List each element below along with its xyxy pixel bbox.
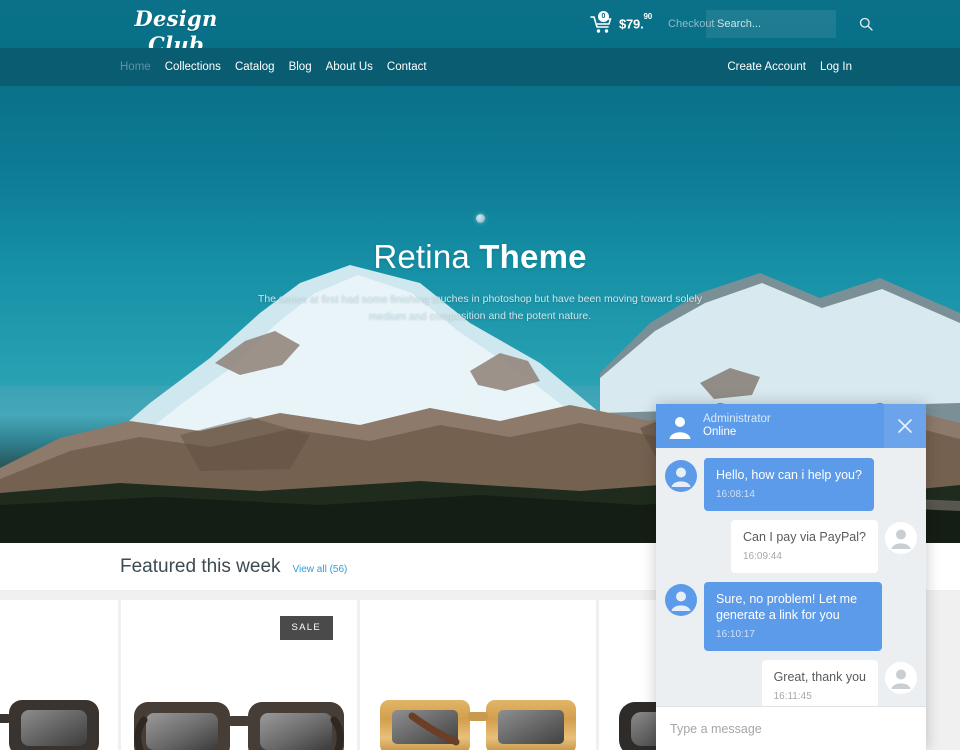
search-input[interactable] — [717, 18, 859, 30]
view-all-link[interactable]: View all (56) — [293, 559, 348, 575]
hero-title: Retina Theme — [0, 238, 960, 276]
search-icon[interactable] — [859, 17, 873, 31]
chat-bubble: Sure, no problem! Let me generate a link… — [704, 582, 882, 651]
nav-item-home[interactable]: Home — [120, 61, 151, 73]
sunglasses-image — [0, 686, 105, 750]
main-nav-bar: Home Collections Catalog Blog About Us C… — [0, 48, 960, 86]
cart-count-badge: 0 — [598, 11, 609, 22]
log-in-link[interactable]: Log In — [820, 61, 852, 73]
chat-message-text: Sure, no problem! Let me generate a link… — [716, 592, 858, 622]
live-chat-widget: Administrator Online Hello, how can i he… — [656, 404, 926, 750]
chat-message-agent: Hello, how can i help you? 16:08:14 — [665, 458, 917, 511]
product-card[interactable] — [0, 600, 118, 750]
hero-title-light: Retina — [373, 238, 470, 275]
nav-item-about-us[interactable]: About Us — [326, 61, 373, 73]
hero-subtitle: The series at first had some finishing t… — [257, 293, 703, 322]
product-card[interactable] — [360, 600, 596, 750]
chat-message-text: Can I pay via PayPal? — [743, 530, 866, 544]
chat-agent-info: Administrator Online — [703, 413, 884, 439]
user-avatar-icon — [885, 662, 917, 694]
chat-message-time: 16:08:14 — [716, 489, 755, 500]
chat-message-time: 16:09:44 — [743, 551, 782, 562]
cart-price-cents: 90 — [643, 11, 653, 21]
chat-bubble: Great, thank you 16:11:45 — [761, 660, 878, 706]
sunglasses-image — [378, 686, 578, 750]
agent-avatar-icon — [665, 460, 697, 492]
page-title: Featured this week — [120, 555, 281, 577]
nav-item-contact[interactable]: Contact — [387, 61, 427, 73]
chat-message-time: 16:10:17 — [716, 629, 755, 640]
chat-message-time: 16:11:45 — [773, 691, 812, 702]
chat-message-list[interactable]: Hello, how can i help you? 16:08:14 Can … — [656, 448, 926, 706]
chat-agent-status: Online — [703, 426, 737, 438]
cart-area[interactable]: 0 $79.90 Checkout — [590, 0, 715, 48]
status-badge: SALE — [279, 616, 333, 640]
chat-message-user: Can I pay via PayPal? 16:09:44 — [665, 520, 917, 573]
cart-total-price: $79.90 — [619, 12, 652, 32]
moon-icon — [476, 214, 485, 223]
user-avatar-icon — [667, 413, 693, 439]
chat-message-user: Great, thank you 16:11:45 — [665, 660, 917, 706]
nav-item-blog[interactable]: Blog — [289, 61, 312, 73]
nav-account: Create Account Log In — [727, 48, 852, 86]
hero-title-bold: Theme — [479, 238, 587, 275]
chat-message-input[interactable] — [670, 721, 912, 736]
sunglasses-image — [132, 686, 346, 750]
user-avatar-icon — [885, 522, 917, 554]
chat-input-area[interactable] — [656, 706, 926, 750]
top-bar: Design Club N E W Y O R K 0 $79.90 Check… — [0, 0, 960, 65]
nav-primary: Home Collections Catalog Blog About Us C… — [120, 48, 427, 86]
cart-price-main: $79. — [619, 16, 644, 32]
create-account-link[interactable]: Create Account — [727, 61, 806, 73]
chat-message-agent: Sure, no problem! Let me generate a link… — [665, 582, 917, 651]
chat-message-text: Hello, how can i help you? — [716, 468, 862, 482]
chat-agent-name: Administrator — [703, 413, 771, 425]
chat-bubble: Hello, how can i help you? 16:08:14 — [704, 458, 874, 511]
nav-item-catalog[interactable]: Catalog — [235, 61, 275, 73]
search-box[interactable] — [706, 10, 873, 38]
product-card[interactable]: SALE — [121, 600, 357, 750]
close-icon[interactable] — [884, 404, 926, 448]
page-root: Design Club N E W Y O R K 0 $79.90 Check… — [0, 0, 960, 750]
chat-header: Administrator Online — [656, 404, 926, 448]
nav-item-collections[interactable]: Collections — [165, 61, 221, 73]
shopping-cart-icon[interactable]: 0 — [590, 11, 612, 34]
agent-avatar-icon — [665, 584, 697, 616]
chat-message-text: Great, thank you — [773, 670, 866, 684]
chat-bubble: Can I pay via PayPal? 16:09:44 — [731, 520, 878, 573]
